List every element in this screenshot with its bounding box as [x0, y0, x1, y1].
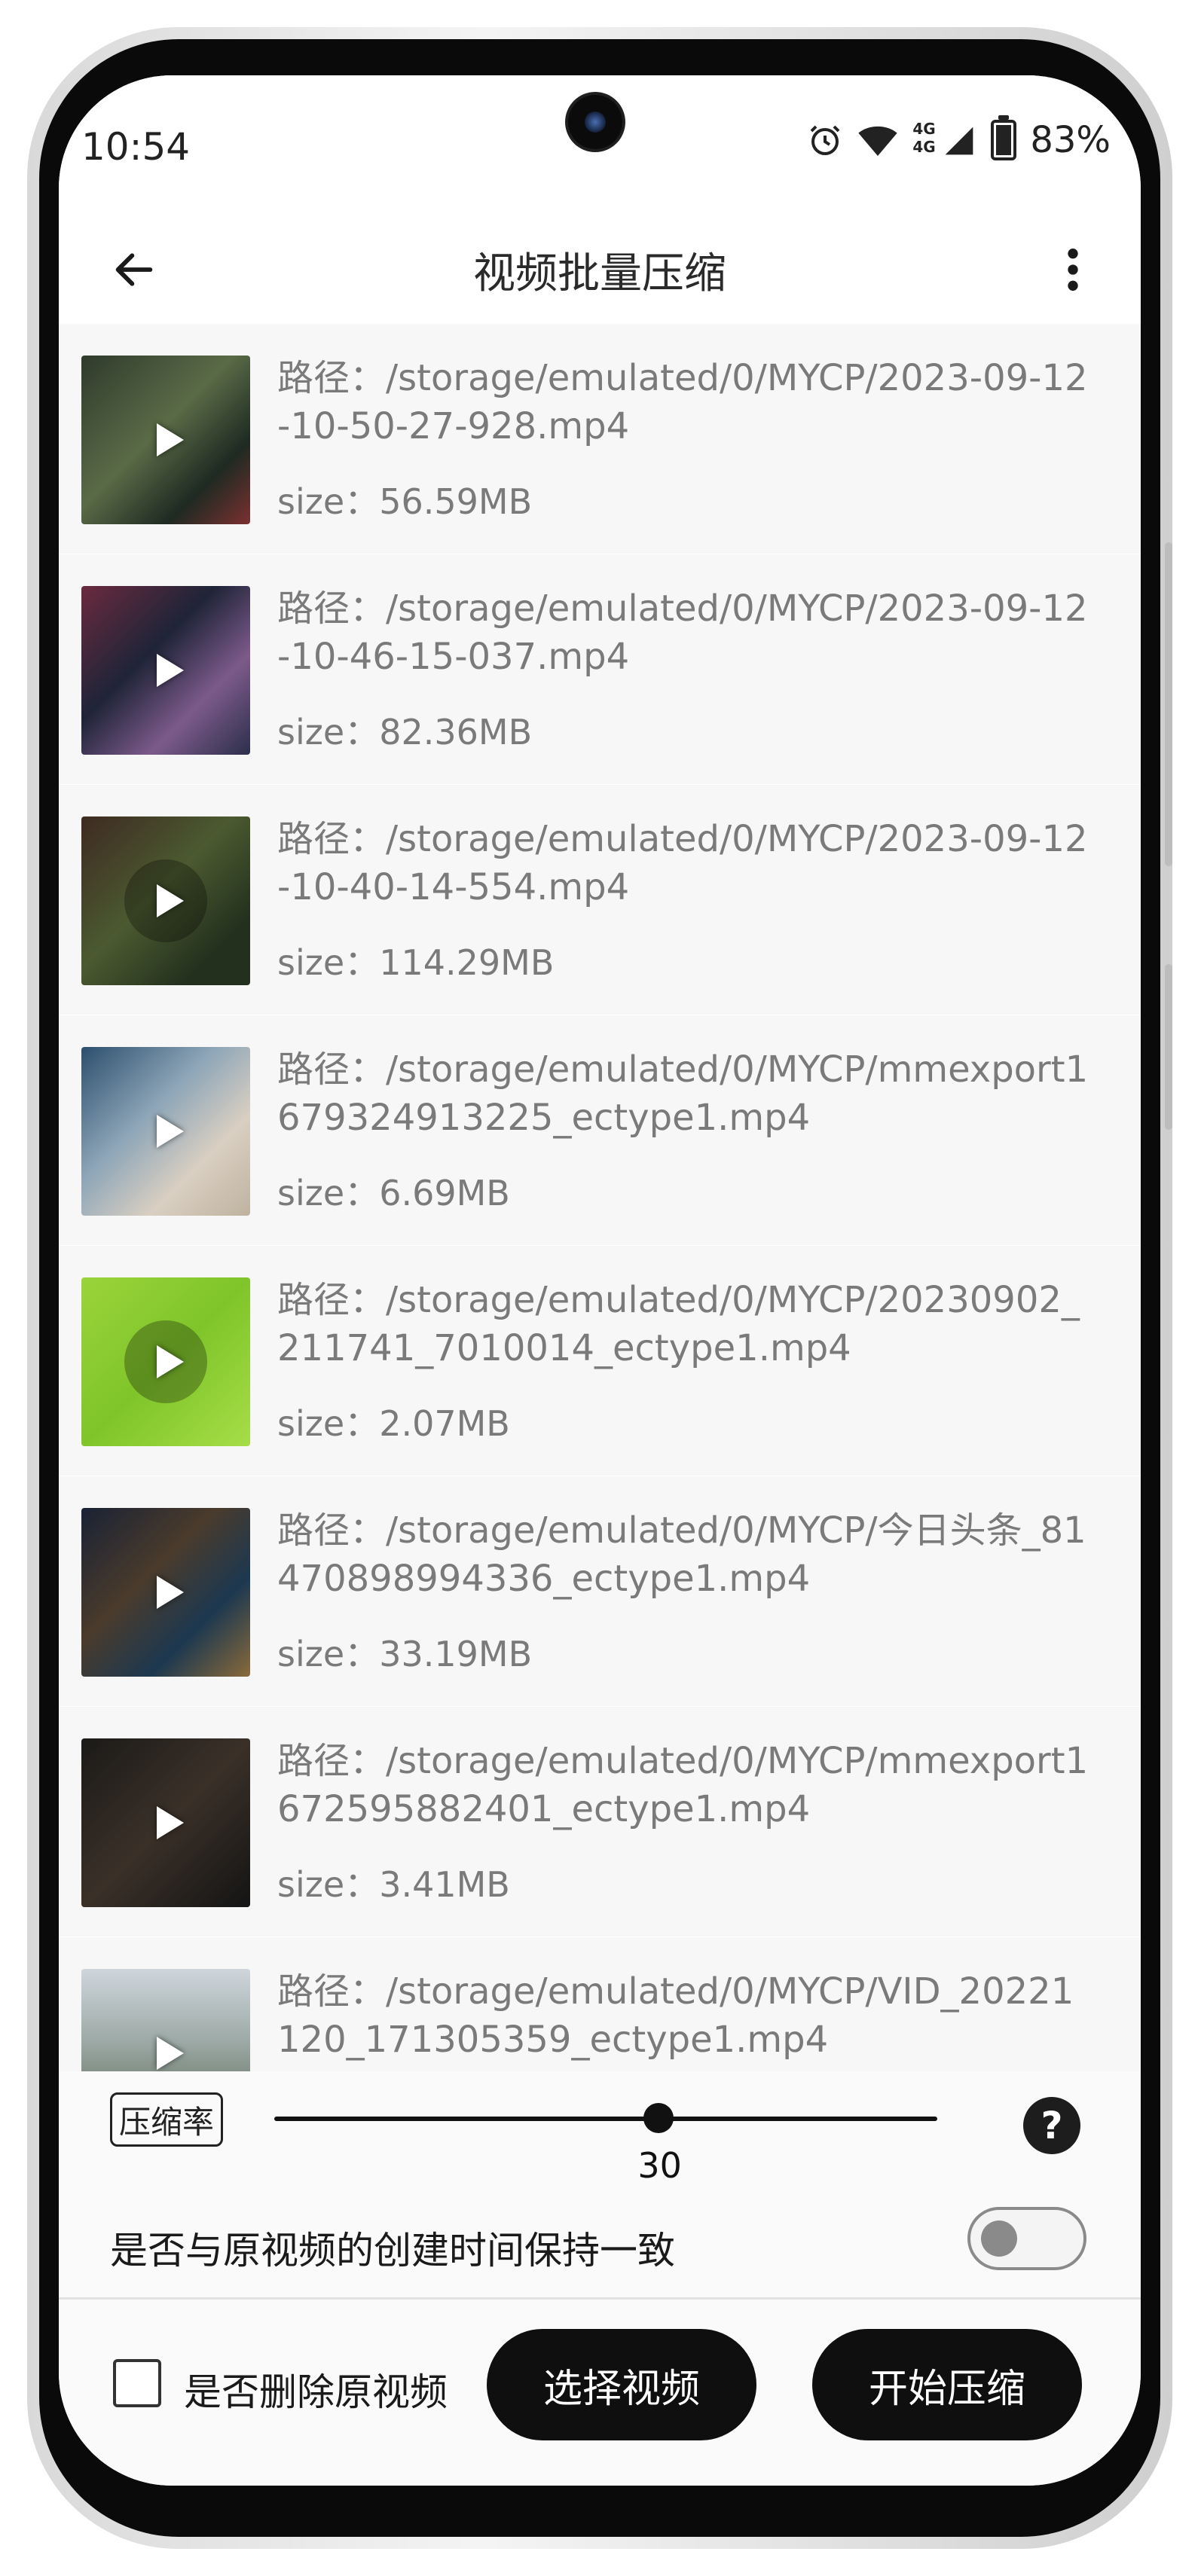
video-path: 路径：/storage/emulated/0/MYCP/mmexport1672…: [277, 1740, 1089, 1830]
video-thumbnail[interactable]: [81, 1969, 250, 2071]
front-camera: [568, 95, 622, 149]
play-icon: [157, 884, 184, 917]
play-icon: [157, 1576, 184, 1609]
video-list-item[interactable]: 路径：/storage/emulated/0/MYCP/2023-09-12-1…: [59, 324, 1141, 556]
delete-original-checkbox[interactable]: [113, 2359, 161, 2407]
video-path: 路径：/storage/emulated/0/MYCP/2023-09-12-1…: [277, 357, 1088, 447]
status-time: 10:54: [81, 125, 191, 169]
compression-rate-label: 压缩率: [110, 2092, 223, 2147]
more-vertical-icon: [1068, 249, 1078, 291]
keep-time-label: 是否与原视频的创建时间保持一致: [110, 2229, 675, 2272]
play-icon: [157, 654, 184, 687]
start-compress-label: 开始压缩: [868, 2366, 1025, 2412]
video-size: size：3.41MB: [277, 1864, 510, 1905]
compression-slider[interactable]: [274, 2117, 937, 2121]
video-list[interactable]: 路径：/storage/emulated/0/MYCP/2023-09-12-1…: [59, 324, 1141, 2071]
video-path: 路径：/storage/emulated/0/MYCP/2023-09-12-1…: [277, 588, 1088, 678]
volume-button: [1165, 542, 1172, 866]
video-list-item[interactable]: 路径：/storage/emulated/0/MYCP/2023-09-12-1…: [59, 785, 1141, 1017]
video-size: size：114.29MB: [277, 942, 555, 983]
screen: 10:54 4G 4G 83% 视频批量压缩 路径：/storage/emula…: [59, 75, 1141, 2486]
compression-controls: 压缩率 30 ? 是否与原视频的创建时间保持一致 是否删除原视频 选择视频 开始…: [59, 2071, 1141, 2486]
toggle-knob: [981, 2220, 1017, 2257]
video-thumbnail[interactable]: [81, 1508, 250, 1677]
page-title: 视频批量压缩: [473, 249, 726, 298]
video-list-item[interactable]: 路径：/storage/emulated/0/MYCP/mmexport1672…: [59, 1707, 1141, 1939]
status-bar: 10:54 4G 4G 83%: [59, 75, 1141, 211]
status-icons: 4G 4G 83%: [807, 115, 1111, 161]
video-thumbnail[interactable]: [81, 586, 250, 755]
help-icon: ?: [1041, 2104, 1063, 2147]
battery-icon: [991, 115, 1017, 160]
select-video-label: 选择视频: [542, 2366, 700, 2412]
video-size: size：2.07MB: [277, 1403, 510, 1444]
network-type-label: 4G: [912, 120, 936, 138]
video-path: 路径：/storage/emulated/0/MYCP/今日头条_8147089…: [277, 1509, 1086, 1600]
video-size: size：6.69MB: [277, 1173, 510, 1213]
video-thumbnail[interactable]: [81, 1277, 250, 1446]
compression-value: 30: [637, 2145, 682, 2186]
video-list-item[interactable]: 路径：/storage/emulated/0/MYCP/VID_20221120…: [59, 1937, 1141, 2071]
video-size: size：82.36MB: [277, 712, 533, 752]
video-list-item[interactable]: 路径：/storage/emulated/0/MYCP/20230902_211…: [59, 1246, 1141, 1478]
video-list-item[interactable]: 路径：/storage/emulated/0/MYCP/2023-09-12-1…: [59, 554, 1141, 786]
more-options-button[interactable]: [1050, 240, 1096, 300]
start-compress-button[interactable]: 开始压缩: [812, 2329, 1082, 2440]
alarm-icon: [807, 122, 843, 158]
video-path: 路径：/storage/emulated/0/MYCP/20230902_211…: [277, 1279, 1080, 1369]
video-list-item[interactable]: 路径：/storage/emulated/0/MYCP/今日头条_8147089…: [59, 1476, 1141, 1708]
battery-percent: 83%: [1030, 119, 1111, 161]
help-button[interactable]: ?: [1023, 2097, 1080, 2154]
video-path: 路径：/storage/emulated/0/MYCP/2023-09-12-1…: [277, 818, 1088, 908]
cellular-signal-icon: 4G 4G: [912, 121, 977, 159]
play-icon: [157, 1806, 184, 1839]
video-path: 路径：/storage/emulated/0/MYCP/VID_20221120…: [277, 1970, 1074, 2061]
video-size: size：33.19MB: [277, 1634, 533, 1674]
video-size: size：56.59MB: [277, 481, 533, 522]
delete-original-label[interactable]: 是否删除原视频: [184, 2362, 448, 2416]
app-bar: 视频批量压缩: [59, 211, 1141, 324]
video-thumbnail[interactable]: [81, 1047, 250, 1216]
video-thumbnail[interactable]: [81, 1738, 250, 1907]
play-icon: [157, 423, 184, 456]
play-icon: [157, 1115, 184, 1148]
divider: [59, 2297, 1141, 2300]
video-list-item[interactable]: 路径：/storage/emulated/0/MYCP/mmexport1679…: [59, 1015, 1141, 1247]
network-type-label-2: 4G: [912, 138, 936, 156]
keep-time-toggle[interactable]: [967, 2207, 1086, 2270]
play-icon: [157, 1345, 184, 1378]
power-button: [1165, 964, 1172, 1130]
video-path: 路径：/storage/emulated/0/MYCP/mmexport1679…: [277, 1048, 1089, 1139]
compression-slider-thumb[interactable]: [643, 2103, 674, 2133]
wifi-icon: [857, 122, 899, 158]
play-icon: [157, 2037, 184, 2070]
select-video-button[interactable]: 选择视频: [487, 2329, 756, 2440]
video-thumbnail[interactable]: [81, 816, 250, 985]
video-thumbnail[interactable]: [81, 356, 250, 524]
